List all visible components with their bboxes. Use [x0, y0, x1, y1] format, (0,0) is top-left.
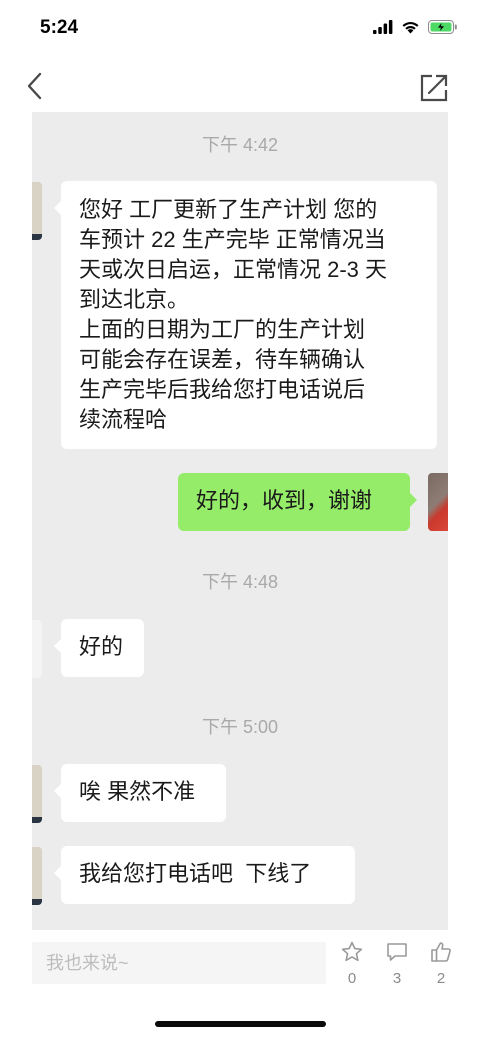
message-text: 您好 工厂更新了生产计划 您的 车预计 22 生产完毕 正常情况当 天或次日启运…	[79, 197, 388, 432]
share-icon	[420, 74, 448, 102]
comment-icon	[387, 943, 407, 961]
chat-screenshot: 下午 4:42 您好 工厂更新了生产计划 您的 车预计 22 生产完毕 正常情况…	[32, 112, 448, 930]
star-icon	[341, 941, 363, 962]
comment-button[interactable]: 3	[379, 940, 415, 990]
message-bubble-left: 您好 工厂更新了生产计划 您的 车预计 22 生产完毕 正常情况当 天或次日启运…	[54, 181, 437, 449]
status-bar: 5:24	[0, 0, 480, 60]
signal-icon	[373, 20, 393, 39]
comment-input[interactable]	[32, 942, 326, 984]
nav-bar	[0, 60, 480, 112]
status-icons	[373, 20, 458, 39]
home-indicator[interactable]	[155, 1021, 326, 1027]
avatar	[32, 182, 42, 240]
message-text: 唉 果然不准	[79, 779, 196, 804]
thumbs-up-icon	[431, 942, 451, 962]
like-count: 2	[436, 970, 446, 987]
avatar	[32, 847, 42, 905]
avatar	[32, 620, 42, 678]
like-button[interactable]: 2	[423, 940, 459, 990]
message-text: 好的	[79, 634, 124, 659]
back-button[interactable]	[22, 68, 52, 104]
battery-icon	[428, 20, 458, 39]
share-button[interactable]	[418, 68, 452, 104]
status-time: 5:24	[40, 17, 79, 38]
message-bubble-left: 唉 果然不准	[54, 764, 226, 822]
message-text: 好的，收到，谢谢	[196, 488, 373, 513]
chevron-left-icon	[27, 72, 42, 100]
message-bubble-left: 我给您打电话吧 下线了	[54, 846, 355, 904]
avatar	[32, 765, 42, 823]
wifi-icon	[401, 20, 420, 39]
comment-count: 3	[392, 970, 402, 987]
comment-bar: 0 3 2	[0, 932, 480, 992]
message-bubble-left: 好的	[54, 619, 144, 677]
message-text: 我给您打电话吧 下线了	[79, 861, 312, 886]
message-bubble-right: 好的，收到，谢谢	[178, 473, 417, 531]
favorite-button[interactable]: 0	[334, 940, 370, 990]
avatar	[428, 473, 448, 531]
timestamp: 下午 4:48	[201, 572, 279, 592]
timestamp: 下午 4:42	[201, 135, 279, 155]
favorite-count: 0	[347, 970, 357, 987]
timestamp: 下午 5:00	[201, 717, 279, 737]
